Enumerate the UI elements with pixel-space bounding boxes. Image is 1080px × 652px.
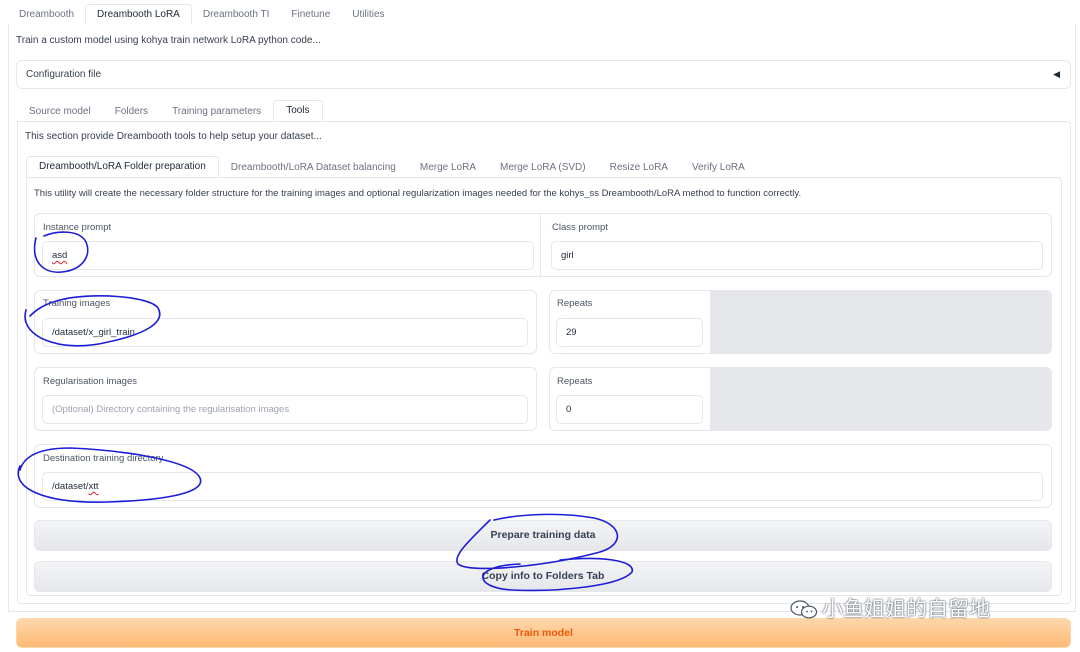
instance-prompt-label: Instance prompt xyxy=(43,222,112,233)
tab-verify-lora[interactable]: Verify LoRA xyxy=(680,158,757,178)
empty-column-fill xyxy=(710,367,1052,431)
watermark-text: 小鱼姐姐的自留地 xyxy=(822,598,990,621)
class-prompt-label: Class prompt xyxy=(552,222,608,233)
tab-merge-lora-svd[interactable]: Merge LoRA (SVD) xyxy=(488,158,598,178)
reg-images-input[interactable]: (Optional) Directory containing the regu… xyxy=(42,395,528,424)
reg-images-label: Regularisation images xyxy=(43,376,137,387)
sub-tab-bar: Source model Folders Training parameters… xyxy=(17,100,323,122)
tab-dataset-balancing[interactable]: Dreambooth/LoRA Dataset balancing xyxy=(219,158,408,178)
config-accordion[interactable]: Configuration file ◀ xyxy=(16,60,1071,89)
training-repeats-input[interactable]: 29 xyxy=(556,318,703,347)
tab-finetune[interactable]: Finetune xyxy=(280,5,341,25)
watermark: 小鱼姐姐的自留地 xyxy=(790,593,990,623)
instance-prompt-input[interactable]: asd xyxy=(42,241,534,270)
tab-dreambooth[interactable]: Dreambooth xyxy=(8,5,85,25)
reg-repeats-input[interactable]: 0 xyxy=(556,395,703,424)
tab-dreambooth-ti[interactable]: Dreambooth TI xyxy=(192,5,281,25)
prompt-divider xyxy=(540,213,541,277)
destination-value-suffix: xtt xyxy=(88,481,99,492)
destination-label: Destination training directory xyxy=(43,453,164,464)
page-description: Train a custom model using kohya train n… xyxy=(16,35,321,46)
tab-tools[interactable]: Tools xyxy=(273,100,323,122)
destination-input[interactable]: /dataset/xtt xyxy=(42,472,1043,501)
training-images-input[interactable]: /dataset/x_girl_train xyxy=(42,318,528,347)
reg-repeats-label: Repeats xyxy=(557,376,593,387)
copy-info-button[interactable]: Copy info to Folders Tab xyxy=(34,561,1052,592)
instance-prompt-value: asd xyxy=(52,250,68,261)
tab-training-parameters[interactable]: Training parameters xyxy=(160,102,273,122)
empty-column-fill xyxy=(710,290,1052,354)
class-prompt-input[interactable]: girl xyxy=(551,241,1043,270)
config-label: Configuration file xyxy=(26,69,102,80)
wechat-icon xyxy=(790,600,818,619)
top-tab-bar: Dreambooth Dreambooth LoRA Dreambooth TI… xyxy=(8,4,396,25)
prepare-training-data-button[interactable]: Prepare training data xyxy=(34,520,1052,551)
tools-description: This section provide Dreambooth tools to… xyxy=(25,131,322,142)
utility-description: This utility will create the necessary f… xyxy=(34,188,802,199)
tab-utilities[interactable]: Utilities xyxy=(341,5,395,25)
tab-source-model[interactable]: Source model xyxy=(17,102,103,122)
training-images-label: Training images xyxy=(43,298,111,309)
tab-dreambooth-lora[interactable]: Dreambooth LoRA xyxy=(85,4,192,25)
tab-resize-lora[interactable]: Resize LoRA xyxy=(598,158,680,178)
collapse-arrow-icon[interactable]: ◀ xyxy=(1053,69,1060,80)
training-repeats-label: Repeats xyxy=(557,298,593,309)
destination-value-prefix: /dataset/ xyxy=(52,481,89,492)
tab-merge-lora[interactable]: Merge LoRA xyxy=(408,158,488,178)
tab-folder-preparation[interactable]: Dreambooth/LoRA Folder preparation xyxy=(26,156,219,178)
inner-tab-bar: Dreambooth/LoRA Folder preparation Dream… xyxy=(26,156,757,178)
tab-folders[interactable]: Folders xyxy=(103,102,160,122)
